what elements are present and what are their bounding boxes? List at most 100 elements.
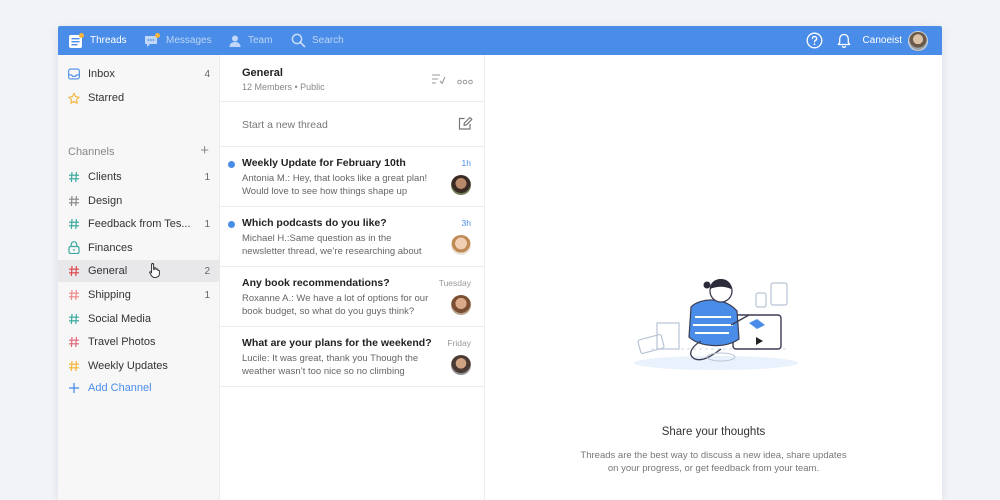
hash-icon [68,289,80,301]
plus-icon [68,382,80,394]
unread-dot [228,221,235,228]
hash-icon [68,218,80,230]
thread-timestamp: 3h [461,218,471,228]
thread-list-item[interactable]: Any book recommendations? Tuesday Roxanne … [220,267,485,327]
nav-search[interactable]: Search [291,26,344,55]
thread-preview-line: weather wasn’t too nice so no climbing [242,366,405,377]
search-icon [291,33,306,48]
app-window: Threads Messages Team Search Canoeist In… [58,26,942,500]
more-options-icon[interactable] [457,72,473,90]
sidebar-item-label: Travel Photos [88,336,156,349]
channel-header: General 12 Members • Public [220,55,485,102]
hand-cursor-icon [148,262,162,283]
thread-list-item[interactable]: Weekly Update for February 10th 1h Antonia… [220,147,485,207]
help-icon[interactable] [806,32,823,49]
sidebar-item-starred[interactable]: Starred [58,87,220,109]
team-icon [228,34,242,48]
empty-state-description-line: on your progress, or get feedback from y… [607,463,820,474]
unread-count: 4 [204,68,210,80]
thread-preview-line: Roxanne A.: We have a lot of options for… [242,293,429,304]
sidebar-item-channel[interactable]: Feedback from Tes... 1 [58,213,220,235]
share-thoughts-illustration [621,245,811,385]
sidebar-item-inbox[interactable]: Inbox 4 [58,63,220,85]
sidebar-item-label: Feedback from Tes... [88,218,191,231]
thread-list-item[interactable]: Which podcasts do you like? 3h Michael H.:… [220,207,485,267]
add-channel-plus-icon[interactable]: + [200,143,209,158]
unread-count: 1 [204,218,210,230]
channel-meta: 12 Members • Public [242,82,325,92]
bell-icon[interactable] [837,33,851,48]
topbar-right-group: Canoeist [806,26,928,55]
sidebar-item-add-channel[interactable]: Add Channel [58,377,220,399]
nav-threads[interactable]: Threads [68,26,127,55]
inbox-icon [68,68,80,80]
thread-preview: Michael H.:Same question as in the newsle… [242,232,442,258]
unread-count: 2 [204,265,210,277]
thread-preview-line: Michael H.:Same question as in the [242,233,392,244]
sidebar: Inbox 4 Starred Channels + Clients 1 Desig… [58,55,220,500]
sidebar-item-label: Inbox [88,68,115,80]
sidebar-item-label: Social Media [88,312,151,325]
sidebar-item-label: Finances [88,241,133,254]
sidebar-item-channel[interactable]: General 2 [58,260,220,283]
thread-preview: Roxanne A.: We have a lot of options for… [242,292,442,318]
thread-preview: Lucile: It was great, thank you Though t… [242,352,442,378]
nav-threads-label: Threads [90,35,127,46]
channel-title: General [242,67,283,79]
sidebar-item-channel[interactable]: Clients 1 [58,166,220,188]
unread-dot [228,161,235,168]
sidebar-item-label: Design [88,194,123,207]
hash-icon [68,265,80,277]
sidebar-item-label: Starred [88,92,125,104]
thread-preview-line: book budget, so what do you guys think? [242,306,415,317]
empty-state-description: Threads are the best way to discuss a ne… [485,449,942,475]
add-channel-label: Add Channel [88,382,152,394]
sidebar-item-label: Clients [88,171,122,183]
avatar [451,235,471,255]
sidebar-item-channel[interactable]: Social Media [58,308,220,330]
thread-timestamp: Tuesday [438,278,471,288]
thread-list-panel: General 12 Members • Public Start a new … [220,55,485,500]
avatar [451,295,471,315]
thread-title: Which podcasts do you like? [242,217,387,229]
thread-preview-line: newsletter thread, we’re researching abo… [242,246,422,257]
avatar [451,175,471,195]
thread-preview-line: Would love to see how things shape up [242,186,408,197]
sidebar-item-channel[interactable]: Design [58,190,220,212]
nav-team[interactable]: Team [228,26,272,55]
top-navigation-bar: Threads Messages Team Search Canoeist [58,26,942,55]
hash-icon [68,336,80,348]
sidebar-item-label: Weekly Updates [88,359,168,372]
sidebar-item-channel[interactable]: Weekly Updates [58,355,220,377]
thread-list-item[interactable]: What are your plans for the weekend? Frid… [220,327,485,387]
sidebar-item-channel[interactable]: Shipping 1 [58,284,220,306]
new-thread-placeholder: Start a new thread [242,119,328,131]
hash-icon [68,195,80,207]
nav-messages-label: Messages [166,35,212,46]
thread-title: Weekly Update for February 10th [242,157,406,169]
user-avatar[interactable] [908,30,928,51]
nav-team-label: Team [248,35,273,46]
thread-title: What are your plans for the weekend? [242,337,432,349]
channels-heading: Channels [68,146,115,158]
lock-icon [68,241,80,255]
username[interactable]: Canoeist [863,35,902,46]
unread-count: 1 [204,171,210,183]
hash-icon [68,313,80,325]
thread-preview: Antonia M.: Hey, that looks like a great… [242,172,442,198]
avatar [451,355,471,375]
hash-icon [68,360,80,372]
new-thread-input[interactable]: Start a new thread [220,102,485,147]
main-empty-state: Share your thoughts Threads are the best… [485,55,942,500]
thread-timestamp: Friday [447,338,471,348]
compose-icon[interactable] [458,116,473,136]
empty-state-title: Share your thoughts [661,426,766,438]
sidebar-item-channel[interactable]: Finances [58,237,220,259]
sidebar-item-channel[interactable]: Travel Photos [58,331,220,353]
thread-preview-line: Antonia M.: Hey, that looks like a great… [242,173,428,184]
hash-icon [68,171,80,183]
nav-search-label: Search [312,35,344,46]
thread-timestamp: 1h [461,158,471,168]
sort-icon[interactable] [431,72,446,90]
nav-messages[interactable]: Messages [144,26,212,55]
